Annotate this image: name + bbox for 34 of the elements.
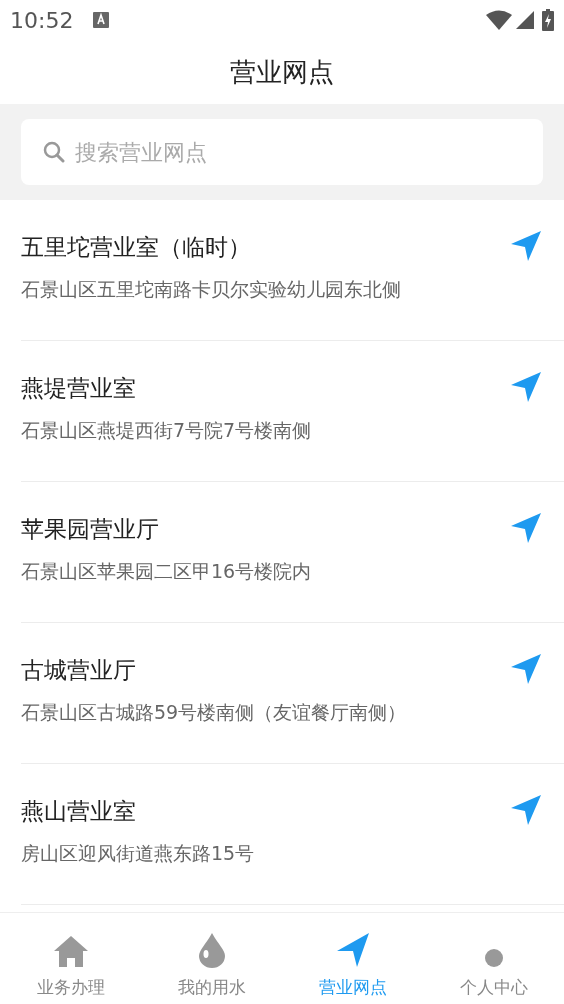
status-time: 10:52: [10, 6, 74, 35]
water-drop-icon: [197, 932, 226, 968]
navigation-arrow-icon[interactable]: [510, 230, 542, 262]
wifi-icon: [486, 10, 512, 30]
branch-address: 石景山区燕堤西街7号院7号楼南侧: [21, 418, 313, 443]
branch-name: 燕山营业室: [21, 797, 137, 826]
navigation-arrow-icon[interactable]: [510, 794, 542, 826]
branch-name: 五里坨营业室（临时）: [21, 233, 252, 262]
branch-address: 石景山区苹果园二区甲16号楼院内: [21, 559, 313, 584]
navigation-arrow-icon[interactable]: [510, 371, 542, 403]
search-field[interactable]: 搜索营业网点: [21, 119, 543, 185]
signal-icon: [516, 11, 534, 29]
branch-name: 古城营业厅: [21, 656, 137, 685]
branch-name: 苹果园营业厅: [21, 515, 160, 544]
navigation-arrow-icon[interactable]: [510, 512, 542, 544]
keyboard-notification-icon: [93, 12, 110, 28]
tab[interactable]: 我的用水: [141, 913, 282, 1004]
navigation-arrow-icon: [335, 932, 370, 968]
search-icon: [43, 141, 65, 163]
branch-item[interactable]: 苹果园营业厅 石景山区苹果园二区甲16号楼院内: [21, 482, 564, 623]
home-icon: [52, 934, 89, 968]
navigation-arrow-icon[interactable]: [510, 653, 542, 685]
branch-item[interactable]: 五里坨营业室（临时） 石景山区五里坨南路卡贝尔实验幼儿园东北侧: [21, 200, 564, 341]
branch-address: 石景山区古城路59号楼南侧（友谊餐厅南侧）: [21, 700, 408, 725]
branch-item[interactable]: 古城营业厅 石景山区古城路59号楼南侧（友谊餐厅南侧）: [21, 623, 564, 764]
branch-item[interactable]: 燕堤营业室 石景山区燕堤西街7号院7号楼南侧: [21, 341, 564, 482]
branch-name: 燕堤营业室: [21, 374, 137, 403]
branch-address: 房山区迎风街道燕东路15号: [21, 841, 256, 866]
branch-address: 石景山区五里坨南路卡贝尔实验幼儿园东北侧: [21, 277, 402, 302]
branch-item[interactable]: 燕山营业室 房山区迎风街道燕东路15号: [21, 764, 564, 905]
page-title: 营业网点: [230, 55, 334, 89]
tab[interactable]: 个人中心: [423, 913, 564, 1004]
tab[interactable]: 业务办理: [0, 913, 141, 1004]
battery-icon: [542, 9, 554, 31]
